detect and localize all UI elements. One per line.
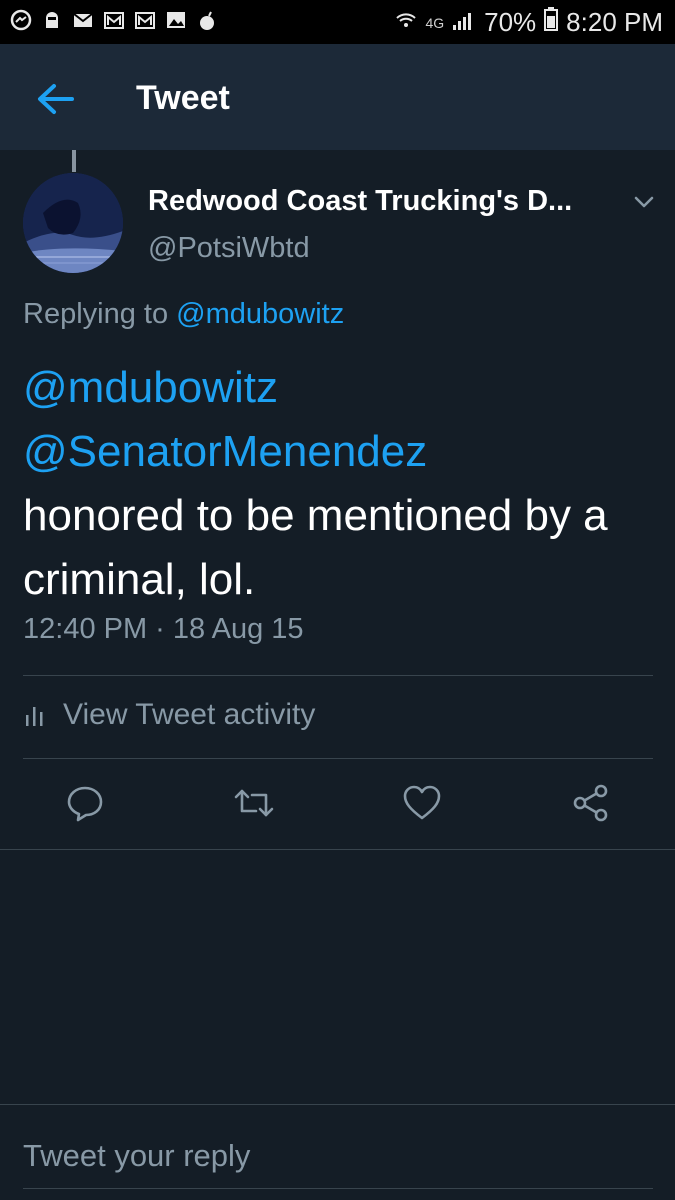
display-name[interactable]: Redwood Coast Trucking's D... [148, 185, 572, 218]
analytics-icon [26, 707, 43, 726]
retweet-icon [234, 789, 274, 817]
status-bar: 4G 70% 8:20 PM [0, 0, 675, 44]
mail-icon [72, 9, 94, 31]
battery-icon [544, 7, 559, 38]
app-bar: Tweet [0, 44, 675, 150]
reply-input[interactable] [23, 1128, 653, 1184]
activity-label: View Tweet activity [63, 698, 316, 731]
retweet-button[interactable] [232, 783, 276, 823]
heart-icon [403, 785, 441, 820]
avatar[interactable] [23, 173, 123, 273]
mention-link[interactable]: @mdubowitz [23, 356, 653, 420]
user-handle[interactable]: @PotsiWbtd [148, 232, 310, 265]
bomb-icon [196, 9, 218, 31]
clock: 8:20 PM [566, 7, 663, 37]
reply-icon [67, 786, 103, 822]
thread-line [72, 150, 76, 172]
tweet-menu-button[interactable] [631, 192, 657, 212]
tweet-text: @mdubowitz @SenatorMenendez honored to b… [23, 356, 653, 612]
notification-icons [10, 9, 218, 31]
network-type: 4G [425, 14, 445, 31]
page-title: Tweet [136, 79, 230, 117]
divider [0, 849, 675, 850]
image-icon [165, 9, 187, 31]
messenger-icon [10, 9, 32, 31]
replying-to: Replying to @mdubowitz [23, 298, 344, 331]
gmail-icon [134, 9, 156, 31]
composer-divider [0, 1104, 675, 1105]
wifi-icon [395, 7, 417, 38]
replying-prefix: Replying to [23, 298, 169, 330]
back-arrow-icon [38, 84, 74, 114]
chevron-down-icon [634, 196, 654, 208]
reply-button[interactable] [65, 783, 105, 823]
tweet-timestamp: 12:40 PM · 18 Aug 15 [23, 613, 304, 645]
avatar-image [23, 173, 123, 273]
divider [23, 758, 653, 759]
gmail-icon [103, 9, 125, 31]
share-icon [573, 784, 608, 822]
divider [23, 675, 653, 676]
signal-icon [452, 7, 476, 38]
status-indicators: 4G 70% 8:20 PM [395, 7, 663, 38]
tweet-detail: Redwood Coast Trucking's D... @PotsiWbtd… [0, 150, 675, 850]
view-tweet-activity-button[interactable]: View Tweet activity [23, 698, 315, 732]
replying-to-link[interactable]: @mdubowitz [176, 298, 344, 330]
share-button[interactable] [571, 783, 611, 823]
back-button[interactable] [34, 81, 78, 117]
tweet-body-text: honored to be mentioned by a criminal, l… [23, 491, 608, 604]
mention-link[interactable]: @SenatorMenendez [23, 420, 653, 484]
reply-input-underline [23, 1188, 653, 1189]
like-button[interactable] [402, 783, 442, 823]
ghost-icon [41, 9, 63, 31]
tweet-actions [0, 775, 675, 835]
battery-percent: 70% [484, 7, 537, 37]
